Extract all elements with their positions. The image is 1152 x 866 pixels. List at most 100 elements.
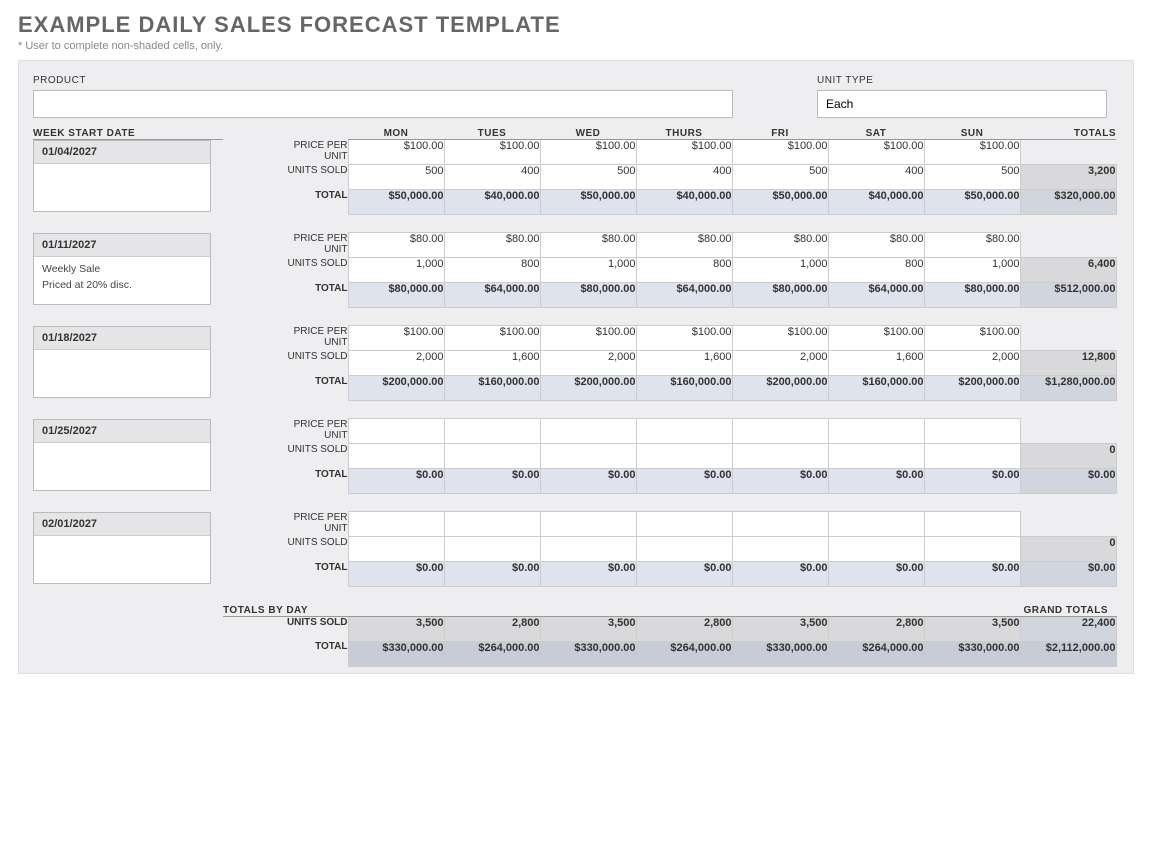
price-cell[interactable] xyxy=(924,512,1020,537)
units-cell[interactable]: 1,000 xyxy=(732,258,828,283)
price-cell[interactable]: $100.00 xyxy=(444,140,540,165)
price-cell[interactable]: $100.00 xyxy=(924,326,1020,351)
day-header: TUES xyxy=(444,128,540,140)
price-cell[interactable] xyxy=(540,419,636,444)
price-cell[interactable]: $80.00 xyxy=(828,233,924,258)
units-cell[interactable] xyxy=(924,537,1020,562)
row-total-cell: $1,280,000.00 xyxy=(1020,376,1116,401)
units-cell[interactable] xyxy=(444,444,540,469)
total-cell: $200,000.00 xyxy=(348,376,444,401)
price-cell[interactable]: $100.00 xyxy=(540,326,636,351)
price-cell[interactable]: $80.00 xyxy=(636,233,732,258)
price-cell[interactable]: $100.00 xyxy=(924,140,1020,165)
total-cell: $80,000.00 xyxy=(348,283,444,308)
units-cell[interactable]: 2,000 xyxy=(732,351,828,376)
day-units-total: 2,800 xyxy=(444,616,540,641)
units-cell[interactable]: 800 xyxy=(636,258,732,283)
units-cell[interactable]: 1,600 xyxy=(828,351,924,376)
total-cell: $200,000.00 xyxy=(540,376,636,401)
units-cell[interactable]: 800 xyxy=(828,258,924,283)
units-cell[interactable] xyxy=(540,444,636,469)
units-cell[interactable]: 500 xyxy=(348,165,444,190)
units-cell[interactable] xyxy=(828,537,924,562)
price-cell[interactable] xyxy=(828,512,924,537)
price-per-unit-label: PRICE PERUNIT xyxy=(223,512,348,537)
units-cell[interactable] xyxy=(444,537,540,562)
price-total-cell xyxy=(1020,233,1116,258)
price-cell[interactable] xyxy=(444,419,540,444)
price-cell[interactable] xyxy=(924,419,1020,444)
price-cell[interactable]: $100.00 xyxy=(540,140,636,165)
price-cell[interactable]: $80.00 xyxy=(924,233,1020,258)
price-cell[interactable]: $100.00 xyxy=(636,140,732,165)
row-total-cell: $0.00 xyxy=(1020,562,1116,587)
price-cell[interactable] xyxy=(444,512,540,537)
unit-type-input[interactable] xyxy=(817,90,1107,118)
price-cell[interactable]: $80.00 xyxy=(348,233,444,258)
units-cell[interactable] xyxy=(540,537,636,562)
units-cell[interactable] xyxy=(636,444,732,469)
price-cell[interactable]: $100.00 xyxy=(348,140,444,165)
units-cell[interactable] xyxy=(348,444,444,469)
price-cell[interactable]: $80.00 xyxy=(444,233,540,258)
units-cell[interactable]: 2,000 xyxy=(540,351,636,376)
price-cell[interactable] xyxy=(348,419,444,444)
price-cell[interactable] xyxy=(636,512,732,537)
total-cell: $80,000.00 xyxy=(540,283,636,308)
price-cell[interactable]: $100.00 xyxy=(732,326,828,351)
price-per-unit-label: PRICE PERUNIT xyxy=(223,233,348,258)
units-cell[interactable]: 500 xyxy=(924,165,1020,190)
price-cell[interactable] xyxy=(828,419,924,444)
total-cell: $64,000.00 xyxy=(828,283,924,308)
units-cell[interactable]: 400 xyxy=(828,165,924,190)
total-cell: $0.00 xyxy=(924,562,1020,587)
price-cell[interactable]: $100.00 xyxy=(732,140,828,165)
units-cell[interactable]: 1,000 xyxy=(540,258,636,283)
unit-type-label: UNIT TYPE xyxy=(817,75,1107,86)
units-total-cell: 0 xyxy=(1020,537,1116,562)
total-cell: $0.00 xyxy=(828,562,924,587)
total-cell: $40,000.00 xyxy=(444,190,540,215)
units-cell[interactable] xyxy=(732,537,828,562)
units-cell[interactable]: 1,000 xyxy=(348,258,444,283)
price-cell[interactable]: $100.00 xyxy=(348,326,444,351)
price-cell[interactable]: $80.00 xyxy=(732,233,828,258)
total-label: TOTAL xyxy=(223,562,348,587)
total-cell: $80,000.00 xyxy=(924,283,1020,308)
units-total-cell: 6,400 xyxy=(1020,258,1116,283)
price-per-unit-label: PRICE PERUNIT xyxy=(223,419,348,444)
total-cell: $200,000.00 xyxy=(732,376,828,401)
product-input[interactable] xyxy=(33,90,733,118)
units-cell[interactable] xyxy=(636,537,732,562)
price-cell[interactable]: $100.00 xyxy=(636,326,732,351)
price-cell[interactable]: $80.00 xyxy=(540,233,636,258)
price-cell[interactable] xyxy=(636,419,732,444)
price-cell[interactable] xyxy=(732,512,828,537)
day-money-total: $264,000.00 xyxy=(444,641,540,666)
price-cell[interactable] xyxy=(732,419,828,444)
total-cell: $50,000.00 xyxy=(924,190,1020,215)
units-sold-label: UNITS SOLD xyxy=(223,165,348,190)
total-cell: $64,000.00 xyxy=(636,283,732,308)
price-cell[interactable]: $100.00 xyxy=(828,326,924,351)
units-cell[interactable] xyxy=(732,444,828,469)
units-cell[interactable]: 1,600 xyxy=(444,351,540,376)
units-cell[interactable]: 1,600 xyxy=(636,351,732,376)
units-cell[interactable]: 500 xyxy=(732,165,828,190)
price-cell[interactable] xyxy=(348,512,444,537)
day-money-total: $330,000.00 xyxy=(732,641,828,666)
units-cell[interactable] xyxy=(828,444,924,469)
price-cell[interactable] xyxy=(540,512,636,537)
units-cell[interactable]: 800 xyxy=(444,258,540,283)
units-cell[interactable]: 400 xyxy=(636,165,732,190)
units-cell[interactable]: 400 xyxy=(444,165,540,190)
forecast-sheet: PRODUCT UNIT TYPE WEEK START DATEMONTUES… xyxy=(18,60,1134,674)
units-cell[interactable] xyxy=(348,537,444,562)
units-cell[interactable]: 500 xyxy=(540,165,636,190)
units-cell[interactable]: 2,000 xyxy=(924,351,1020,376)
units-cell[interactable] xyxy=(924,444,1020,469)
price-cell[interactable]: $100.00 xyxy=(444,326,540,351)
units-cell[interactable]: 2,000 xyxy=(348,351,444,376)
units-cell[interactable]: 1,000 xyxy=(924,258,1020,283)
price-cell[interactable]: $100.00 xyxy=(828,140,924,165)
